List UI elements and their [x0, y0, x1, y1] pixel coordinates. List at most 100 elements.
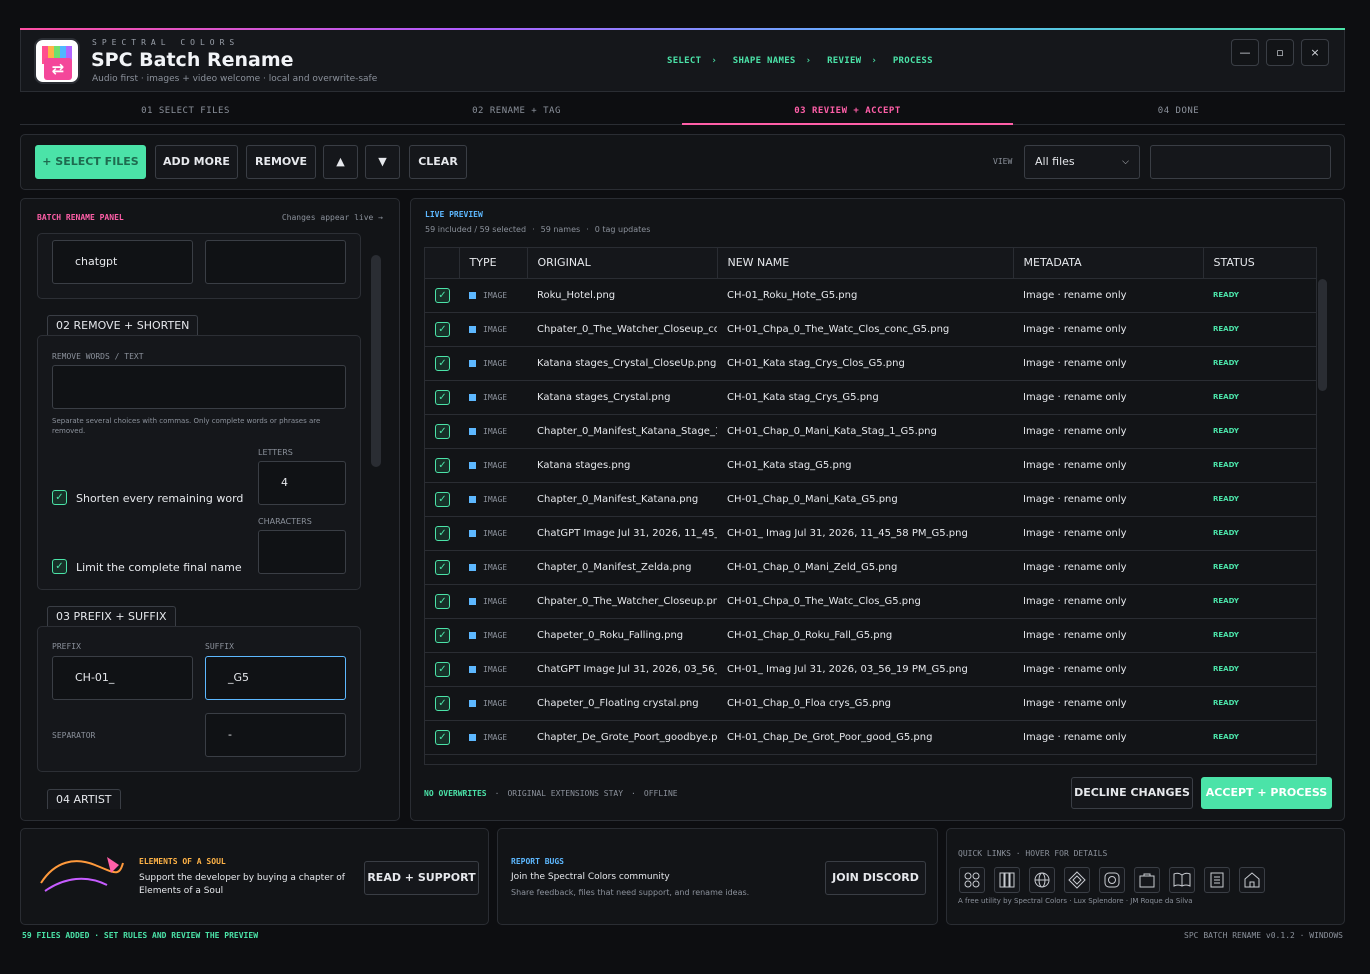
row-checkbox[interactable]: ✓: [435, 389, 450, 405]
image-icon: [469, 461, 476, 469]
col-new-name[interactable]: NEW NAME: [717, 248, 1014, 279]
row-checkbox-cell[interactable]: ✓: [425, 278, 459, 313]
apps-icon[interactable]: [959, 867, 985, 893]
row-checkbox-cell[interactable]: ✓: [425, 346, 459, 381]
characters-field[interactable]: [258, 530, 346, 574]
left-scrollbar[interactable]: [371, 255, 381, 467]
row-checkbox-cell[interactable]: ✓: [425, 686, 459, 721]
breadcrumb-select[interactable]: SELECT: [667, 56, 701, 66]
col-status[interactable]: STATUS: [1203, 248, 1316, 279]
row-checkbox-cell[interactable]: ✓: [425, 312, 459, 347]
table-row[interactable]: ✓ IMAGE Chapeter_0_Floating crystal.png CH-…: [425, 686, 1316, 721]
tab-review-accept[interactable]: 03 REVIEW + ACCEPT: [682, 97, 1013, 125]
row-checkbox[interactable]: ✓: [435, 287, 450, 303]
minimize-button[interactable]: —: [1231, 39, 1259, 66]
library-icon[interactable]: [994, 867, 1020, 893]
join-discord-button[interactable]: JOIN DISCORD: [825, 861, 926, 895]
limit-checkbox[interactable]: ✓: [52, 559, 67, 574]
row-checkbox-cell[interactable]: ✓: [425, 414, 459, 449]
accept-process-button[interactable]: ACCEPT + PROCESS: [1201, 777, 1332, 809]
globe-icon[interactable]: [1029, 867, 1055, 893]
group-find-replace: chatgpt: [37, 233, 361, 299]
tab-select-files[interactable]: 01 SELECT FILES: [20, 97, 351, 125]
row-checkbox-cell[interactable]: ✓: [425, 618, 459, 653]
document-icon[interactable]: [1204, 867, 1230, 893]
move-up-button[interactable]: ▲: [323, 145, 358, 179]
row-checkbox-cell[interactable]: ✓: [425, 584, 459, 619]
breadcrumb-shape-names[interactable]: SHAPE NAMES: [733, 56, 796, 66]
row-checkbox[interactable]: ✓: [435, 491, 450, 507]
col-type[interactable]: TYPE: [459, 248, 528, 279]
row-checkbox[interactable]: ✓: [435, 695, 450, 711]
row-checkbox[interactable]: ✓: [435, 559, 450, 575]
table-row[interactable]: ✓ IMAGE Katana stages_Crystal_CloseUp.png C…: [425, 346, 1316, 381]
table-row[interactable]: ✓ IMAGE Chapter_0_Manifest_Katana_Stage_1.…: [425, 414, 1316, 449]
table-row[interactable]: ✓ IMAGE Chapter_0_Manifest_Katana.png CH-01…: [425, 482, 1316, 517]
row-checkbox[interactable]: ✓: [435, 423, 450, 439]
row-checkbox-cell[interactable]: ✓: [425, 448, 459, 483]
row-checkbox-cell[interactable]: ✓: [425, 482, 459, 517]
table-row[interactable]: ✓ IMAGE ChatGPT Image Jul 31, 2026, 11_45_…: [425, 516, 1316, 551]
search-input[interactable]: [1150, 145, 1331, 179]
section-artist[interactable]: 04 ARTIST: [47, 789, 121, 809]
close-button[interactable]: ×: [1301, 39, 1329, 66]
row-checkbox[interactable]: ✓: [435, 593, 450, 609]
tab-done[interactable]: 04 DONE: [1013, 97, 1344, 125]
clear-button[interactable]: CLEAR: [409, 145, 467, 179]
row-checkbox[interactable]: ✓: [435, 321, 450, 337]
table-row[interactable]: ✓ IMAGE Katana stages_Crystal.png CH-01_Kat…: [425, 380, 1316, 415]
col-original[interactable]: ORIGINAL: [527, 248, 718, 279]
move-down-button[interactable]: ▼: [365, 145, 400, 179]
view-select[interactable]: All files ⌵: [1024, 145, 1140, 179]
suffix-field[interactable]: _G5: [205, 656, 346, 700]
decline-changes-button[interactable]: DECLINE CHANGES: [1071, 777, 1193, 809]
breadcrumb-process[interactable]: PROCESS: [893, 56, 933, 66]
row-checkbox[interactable]: ✓: [435, 525, 450, 541]
row-type: IMAGE: [459, 686, 527, 721]
table-row[interactable]: ✓ IMAGE Chapter_De_Grote_Poort_goodbye.png…: [425, 720, 1316, 755]
row-checkbox[interactable]: ✓: [435, 661, 450, 677]
separator-field[interactable]: -: [205, 713, 346, 757]
table-row[interactable]: ✓ IMAGE Katana stages.png CH-01_Kata stag_G…: [425, 448, 1316, 483]
row-checkbox-cell[interactable]: ✓: [425, 516, 459, 551]
find-text-field[interactable]: chatgpt: [52, 240, 193, 284]
table-row[interactable]: ✓ IMAGE Chpater_0_The_Watcher_Closeup_conc…: [425, 312, 1316, 347]
row-metadata: Image · rename only: [1013, 414, 1203, 449]
row-checkbox[interactable]: ✓: [435, 627, 450, 643]
row-checkbox-cell[interactable]: ✓: [425, 550, 459, 585]
prefix-field[interactable]: CH-01_: [52, 656, 193, 700]
table-scrollbar[interactable]: [1318, 279, 1327, 391]
row-checkbox[interactable]: ✓: [435, 729, 450, 745]
remove-words-field[interactable]: [52, 365, 346, 409]
table-row[interactable]: ✓ IMAGE ChatGPT Image Jul 31, 2026, 03_56_…: [425, 652, 1316, 687]
letters-field[interactable]: 4: [258, 461, 346, 505]
section-remove-shorten[interactable]: 02 REMOVE + SHORTEN: [47, 315, 199, 335]
row-checkbox-cell[interactable]: ✓: [425, 720, 459, 755]
bag-icon[interactable]: [1134, 867, 1160, 893]
tab-rename-tag[interactable]: 02 RENAME + TAG: [351, 97, 682, 125]
home-icon[interactable]: [1239, 867, 1265, 893]
row-checkbox-cell[interactable]: ✓: [425, 380, 459, 415]
remove-help-text: Separate several choices with commas. On…: [52, 417, 321, 435]
read-support-button[interactable]: READ + SUPPORT: [364, 861, 479, 895]
row-status: READY: [1203, 278, 1316, 313]
book-icon[interactable]: [1169, 867, 1195, 893]
instagram-icon[interactable]: [1099, 867, 1125, 893]
row-checkbox[interactable]: ✓: [435, 355, 450, 371]
table-row[interactable]: ✓ IMAGE Chpater_0_The_Watcher_Closeup.png C…: [425, 584, 1316, 619]
replace-text-field[interactable]: [205, 240, 346, 284]
section-prefix-suffix[interactable]: 03 PREFIX + SUFFIX: [47, 606, 176, 626]
diamond-icon[interactable]: [1064, 867, 1090, 893]
table-row[interactable]: ✓ IMAGE Roku_Hotel.png CH-01_Roku_Hote_G5.p…: [425, 278, 1316, 313]
table-row[interactable]: ✓ IMAGE Chapeter_0_Roku_Falling.png CH-01_C…: [425, 618, 1316, 653]
col-metadata[interactable]: METADATA: [1013, 248, 1204, 279]
remove-button[interactable]: REMOVE: [246, 145, 316, 179]
row-checkbox-cell[interactable]: ✓: [425, 652, 459, 687]
table-row[interactable]: ✓ IMAGE Chapter_0_Manifest_Zelda.png CH-01_…: [425, 550, 1316, 585]
add-more-button[interactable]: ADD MORE: [155, 145, 238, 179]
breadcrumb-review[interactable]: REVIEW: [827, 56, 861, 66]
row-checkbox[interactable]: ✓: [435, 457, 450, 473]
maximize-button[interactable]: ▫: [1266, 39, 1294, 66]
select-files-button[interactable]: + SELECT FILES: [35, 145, 146, 179]
shorten-checkbox[interactable]: ✓: [52, 490, 67, 505]
